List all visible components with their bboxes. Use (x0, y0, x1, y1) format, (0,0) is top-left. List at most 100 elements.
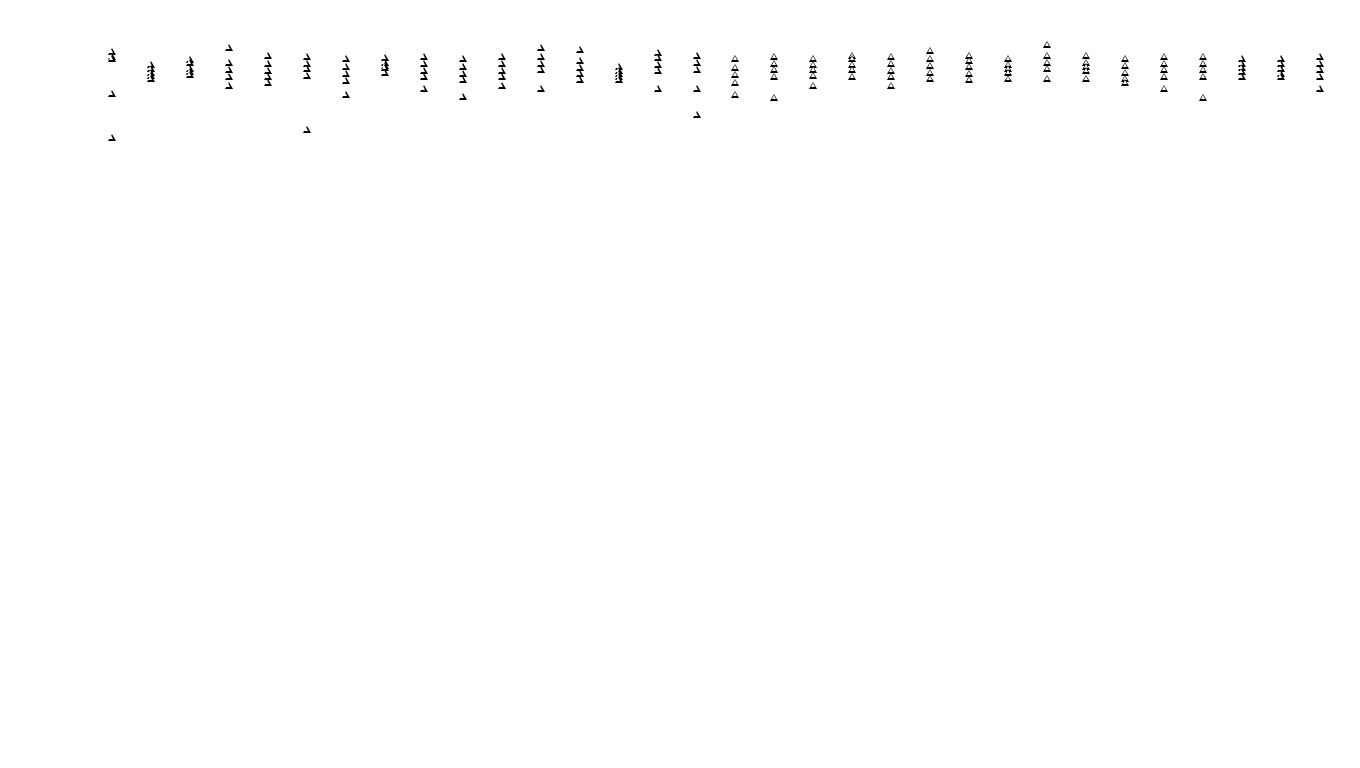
data-point (1277, 73, 1285, 80)
data-point (1160, 85, 1168, 92)
data-point (1199, 94, 1207, 101)
data-point (225, 59, 233, 66)
data-point (731, 71, 739, 78)
data-point (770, 53, 778, 60)
data-point (147, 75, 155, 82)
data-point (887, 82, 895, 89)
data-point (965, 76, 973, 83)
data-point (693, 85, 701, 92)
data-point (342, 55, 350, 62)
data-point (1316, 73, 1324, 80)
data-point (809, 72, 817, 79)
data-point (225, 73, 233, 80)
data-point (264, 60, 272, 67)
data-point (731, 55, 739, 62)
data-point (1160, 73, 1168, 80)
data-point (926, 62, 934, 69)
data-point (848, 73, 856, 80)
data-point (1082, 75, 1090, 82)
data-point (303, 126, 311, 133)
data-point (1160, 53, 1168, 60)
data-point (342, 70, 350, 77)
data-point (654, 54, 662, 61)
data-point (420, 60, 428, 67)
data-point (108, 90, 116, 97)
data-point (1043, 65, 1051, 72)
data-point (926, 55, 934, 62)
data-point (1082, 67, 1090, 74)
data-point (303, 65, 311, 72)
data-point (770, 66, 778, 73)
data-point (381, 69, 389, 76)
data-point (926, 47, 934, 54)
data-point (1043, 41, 1051, 48)
data-point (498, 53, 506, 60)
data-point (887, 60, 895, 67)
data-point (1199, 66, 1207, 73)
data-point (1199, 73, 1207, 80)
data-point (1004, 75, 1012, 82)
data-point (108, 134, 116, 141)
data-point (1121, 62, 1129, 69)
data-point (1316, 85, 1324, 92)
data-point (731, 64, 739, 71)
data-point (225, 44, 233, 51)
data-point (459, 76, 467, 83)
scatter-plot (0, 0, 1360, 768)
data-point (770, 94, 778, 101)
data-point (926, 75, 934, 82)
data-point (576, 76, 584, 83)
data-point (186, 71, 194, 78)
data-point (498, 73, 506, 80)
data-point (225, 82, 233, 89)
data-point (770, 73, 778, 80)
data-point (459, 63, 467, 70)
data-point (848, 66, 856, 73)
data-point (459, 93, 467, 100)
data-point (887, 73, 895, 80)
data-point (537, 44, 545, 51)
data-point (420, 73, 428, 80)
data-point (1121, 55, 1129, 62)
data-point (1043, 52, 1051, 59)
data-point (1316, 66, 1324, 73)
data-point (693, 111, 701, 118)
data-point (731, 91, 739, 98)
data-point (693, 66, 701, 73)
data-point (654, 67, 662, 74)
data-point (264, 79, 272, 86)
data-point (420, 53, 428, 60)
data-point (1121, 79, 1129, 86)
data-point (537, 53, 545, 60)
data-point (965, 63, 973, 70)
data-point (303, 72, 311, 79)
data-point (654, 85, 662, 92)
data-point (342, 91, 350, 98)
data-point (537, 66, 545, 73)
data-point (420, 85, 428, 92)
data-point (693, 52, 701, 59)
data-point (537, 85, 545, 92)
data-point (1043, 75, 1051, 82)
data-point (809, 82, 817, 89)
data-point (225, 66, 233, 73)
data-point (1199, 53, 1207, 60)
data-point (1238, 73, 1246, 80)
data-point (693, 59, 701, 66)
data-point (264, 52, 272, 59)
data-point (108, 55, 116, 62)
data-point (1316, 53, 1324, 60)
data-point (731, 79, 739, 86)
data-point (303, 53, 311, 60)
data-point (342, 63, 350, 70)
data-point (459, 55, 467, 62)
data-point (615, 76, 623, 83)
data-point (498, 60, 506, 67)
data-point (1160, 66, 1168, 73)
data-point (1082, 52, 1090, 59)
data-point (576, 46, 584, 53)
data-point (342, 77, 350, 84)
data-point (887, 53, 895, 60)
data-point (498, 82, 506, 89)
data-point (576, 57, 584, 64)
